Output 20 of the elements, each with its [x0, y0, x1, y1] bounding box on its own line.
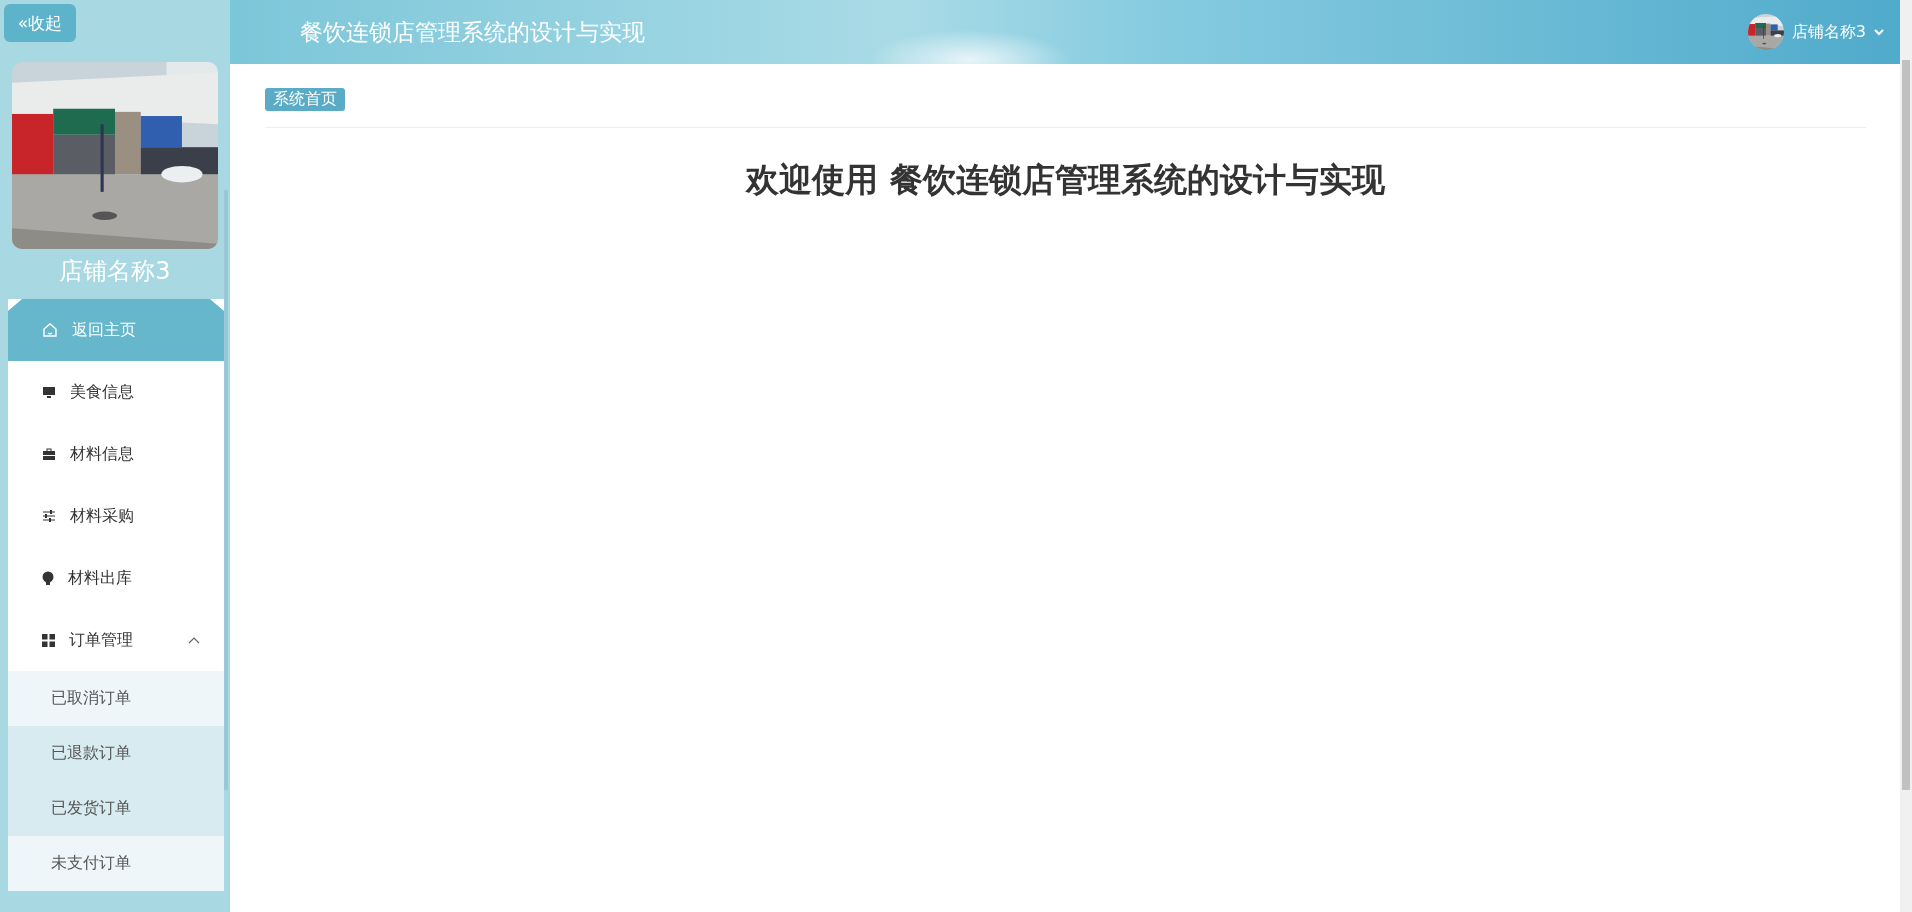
briefcase-icon: [42, 447, 56, 461]
submenu-item[interactable]: 已退款订单: [8, 726, 224, 781]
grid-icon: [42, 633, 55, 647]
sidebar-item[interactable]: 材料采购: [8, 485, 224, 547]
chevron-down-icon: [1874, 28, 1884, 36]
monitor-icon: [42, 385, 56, 399]
app-title: 餐饮连锁店管理系统的设计与实现: [300, 17, 645, 47]
submenu-item[interactable]: 已发货订单: [8, 781, 224, 836]
submenu-item[interactable]: 已取消订单: [8, 671, 224, 726]
lightbulb-icon: [42, 570, 54, 586]
sidebar-item[interactable]: 材料信息: [8, 423, 224, 485]
welcome-heading: 欢迎使用 餐饮连锁店管理系统的设计与实现: [744, 159, 1386, 201]
submenu-item[interactable]: 未支付订单: [8, 836, 224, 891]
home-icon: [42, 322, 58, 338]
store-name: 店铺名称3: [58, 256, 172, 287]
sidebar-item[interactable]: 订单管理: [8, 609, 224, 671]
sliders-icon: [42, 510, 56, 522]
sidebar-item[interactable]: 材料出库: [8, 547, 224, 609]
scrollbar-thumb[interactable]: [1902, 60, 1910, 790]
sidebar-item[interactable]: 美食信息: [8, 361, 224, 423]
